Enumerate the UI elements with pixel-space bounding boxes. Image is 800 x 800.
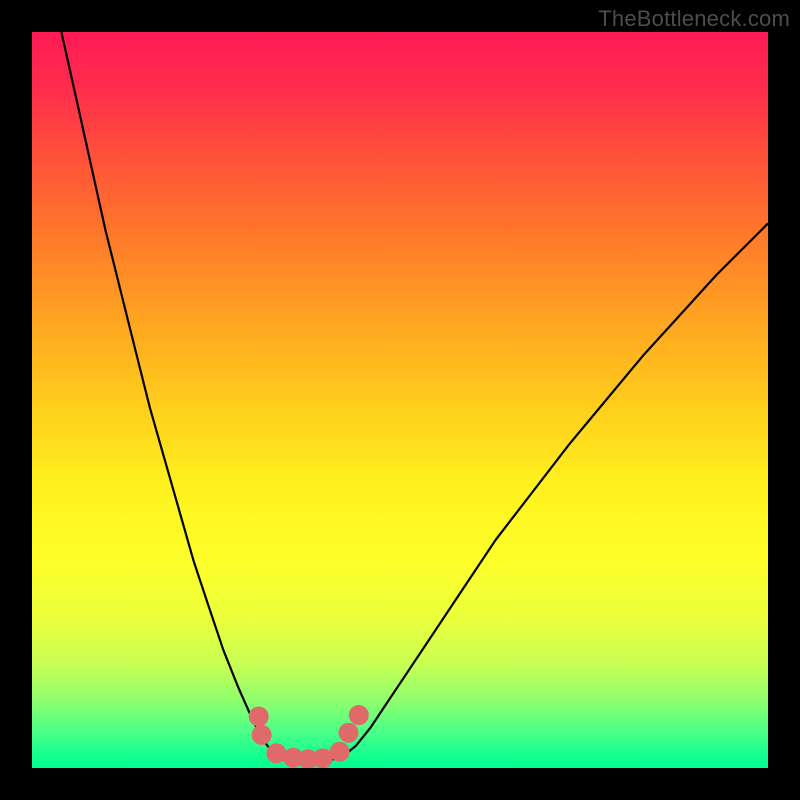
marker-layer	[249, 705, 369, 768]
chart-svg	[32, 32, 768, 768]
marker-dot	[349, 705, 369, 725]
marker-dot	[339, 723, 359, 743]
attribution-text: TheBottleneck.com	[598, 6, 790, 32]
marker-dot	[252, 725, 272, 745]
plot-area	[32, 32, 768, 768]
curve-layer	[61, 32, 768, 762]
bottleneck-curve	[61, 32, 768, 762]
marker-dot	[249, 707, 269, 727]
marker-dot	[266, 743, 286, 763]
marker-dot	[330, 742, 350, 762]
outer-frame: TheBottleneck.com	[0, 0, 800, 800]
